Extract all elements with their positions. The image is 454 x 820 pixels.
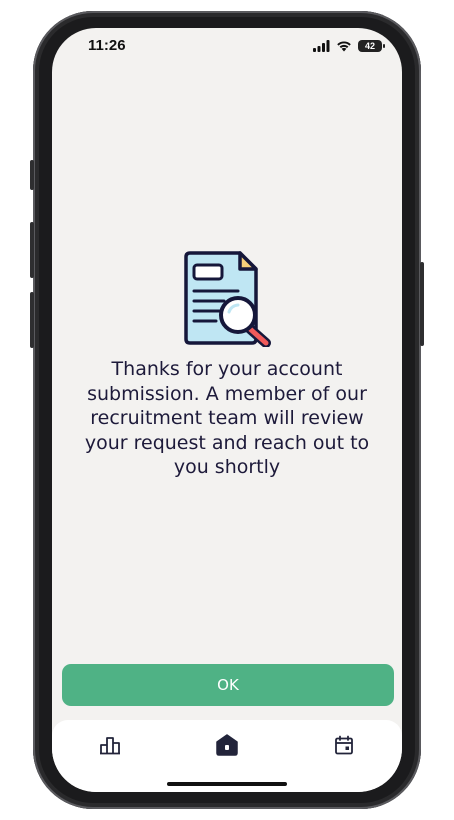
chart-icon	[100, 737, 120, 755]
home-icon	[216, 734, 238, 756]
tab-calendar[interactable]	[331, 732, 357, 758]
wifi-icon	[337, 41, 351, 52]
battery-icon: 42	[358, 40, 385, 52]
message-line: recruitment team will review	[90, 407, 364, 429]
home-indicator[interactable]	[167, 782, 287, 786]
confirmation-message: Thanks for your account submission. A me…	[72, 357, 382, 480]
message-line: Thanks for your account	[111, 358, 343, 380]
calendar-icon	[335, 735, 353, 755]
message-line: submission. A member of our	[87, 382, 367, 405]
screen: 11:26 42 Thanks for your account submiss…	[52, 28, 402, 792]
ok-button[interactable]: OK	[62, 664, 394, 706]
status-time: 11:26	[88, 37, 126, 54]
status-bar: 11:26 42	[52, 28, 402, 68]
phone-volume-down-button	[30, 292, 34, 348]
signal-icon	[313, 40, 330, 52]
document-search-icon	[184, 251, 271, 347]
tab-stats[interactable]	[97, 732, 123, 758]
status-icons: 42	[313, 40, 385, 52]
phone-power-button	[420, 262, 424, 346]
tab-home[interactable]	[214, 732, 240, 758]
phone-volume-up-button	[30, 222, 34, 278]
phone-action-button	[30, 160, 34, 190]
message-line: you shortly	[173, 456, 281, 478]
battery-level: 42	[364, 41, 375, 51]
message-line: your request and reach out to	[84, 431, 370, 454]
